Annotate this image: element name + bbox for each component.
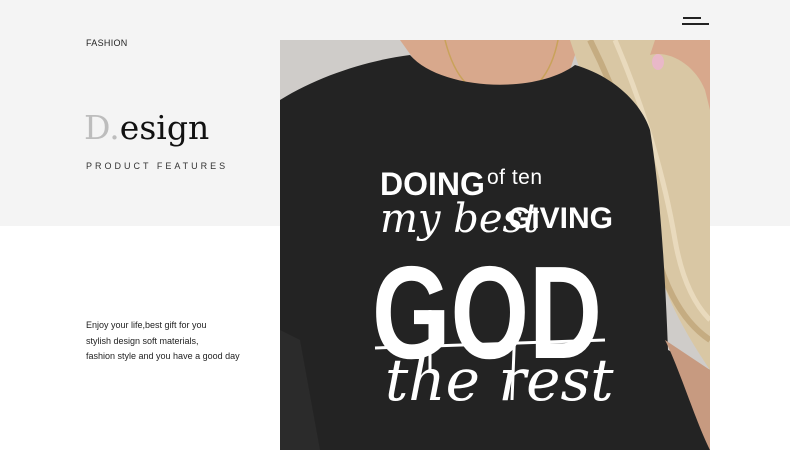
image-overlay-text: of ten bbox=[487, 166, 543, 189]
description-line: stylish design soft materials, bbox=[86, 335, 199, 346]
print-the-rest: the rest bbox=[385, 346, 614, 414]
category-label: FASHION bbox=[86, 38, 128, 48]
product-features-subtitle: PRODUCT FEATURES bbox=[86, 161, 229, 171]
product-description: Enjoy your life,best gift for you stylis… bbox=[86, 318, 276, 365]
menu-icon-line bbox=[682, 23, 709, 25]
shirt-print: DOING my best GIVING GOD the rest bbox=[372, 166, 614, 414]
print-giving: GIVING bbox=[508, 202, 613, 235]
title-dot: . bbox=[109, 108, 120, 147]
product-photo: DOING my best GIVING GOD the rest bbox=[280, 40, 710, 450]
design-title: D.esign bbox=[84, 108, 209, 148]
title-rest: esign bbox=[119, 108, 210, 147]
title-initial: D bbox=[84, 108, 110, 147]
description-line: fashion style and you have a good day bbox=[86, 351, 240, 362]
description-line: Enjoy your life,best gift for you bbox=[86, 320, 207, 330]
menu-button[interactable] bbox=[682, 14, 710, 28]
fingernail bbox=[652, 54, 664, 70]
tshirt-illustration: DOING my best GIVING GOD the rest bbox=[280, 40, 710, 450]
menu-icon bbox=[683, 17, 701, 19]
